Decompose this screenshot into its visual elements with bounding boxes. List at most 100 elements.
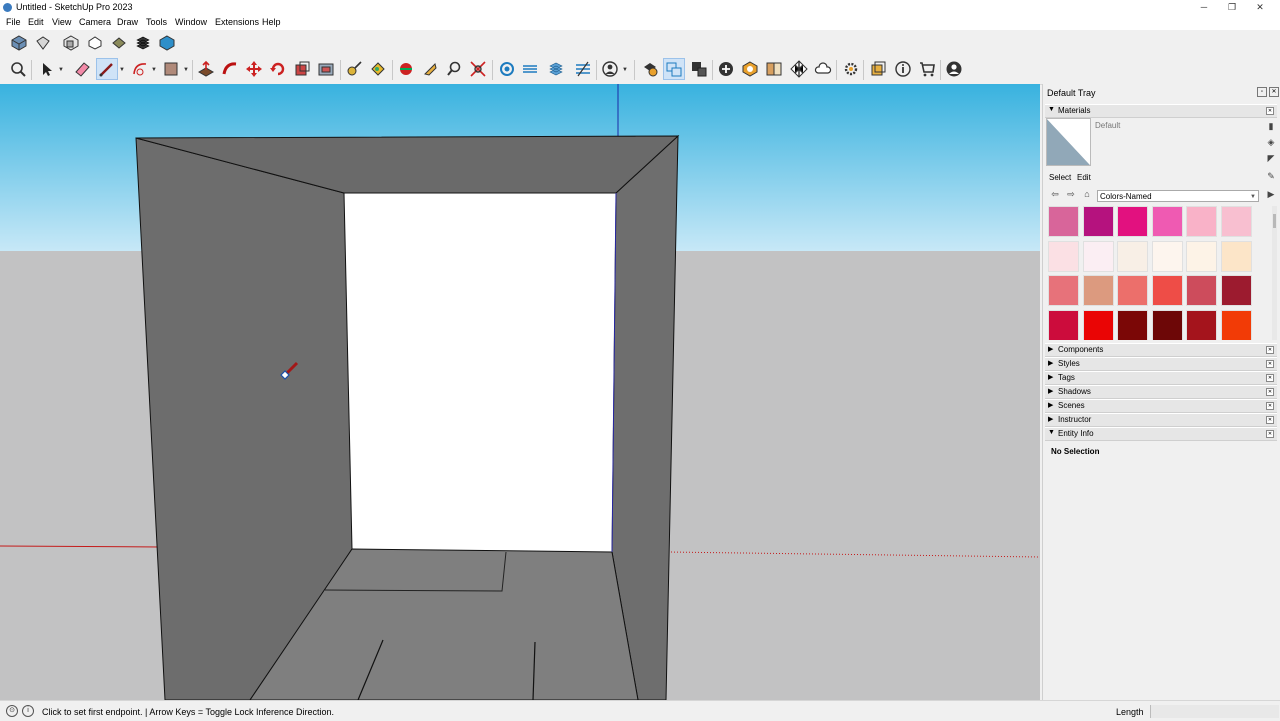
material-swatch[interactable] (1048, 309, 1079, 340)
warehouse-icon[interactable] (663, 58, 685, 80)
menu-draw[interactable]: Draw (117, 17, 138, 27)
material-swatch[interactable] (1082, 275, 1114, 306)
account-menu-icon[interactable] (600, 59, 620, 79)
geo-location-icon[interactable]: ⊙ (6, 705, 18, 717)
minimize-button[interactable]: ─ (1196, 1, 1212, 13)
top-view-icon[interactable] (33, 33, 53, 53)
scrollbar-thumb[interactable] (1273, 214, 1276, 228)
scene-drawing[interactable] (0, 84, 1040, 700)
rotate-icon[interactable] (268, 59, 288, 79)
menu-camera[interactable]: Camera (79, 17, 111, 27)
material-swatch[interactable] (1117, 309, 1148, 340)
front-view-icon[interactable] (61, 33, 81, 53)
iso-view-icon[interactable] (9, 33, 29, 53)
material-library-select[interactable]: Colors-Named ▼ (1097, 190, 1259, 202)
material-swatch[interactable] (1151, 275, 1183, 306)
store-icon[interactable] (917, 59, 937, 79)
measurement-input[interactable] (1150, 705, 1279, 718)
forward-arrow-icon[interactable]: ⇨ (1065, 188, 1077, 200)
tab-select[interactable]: Select (1049, 173, 1071, 182)
bottom-view-icon[interactable] (157, 33, 177, 53)
panel-header-scenes[interactable]: ▶ Scenes ✕ (1045, 399, 1277, 413)
close-icon[interactable]: ✕ (1269, 87, 1279, 97)
menu-file[interactable]: File (6, 17, 21, 27)
panel-close-icon[interactable]: ✕ (1266, 360, 1274, 368)
style-icon[interactable] (640, 59, 660, 79)
panel-header-entity-info[interactable]: ▼ Entity Info ✕ (1045, 427, 1277, 441)
instructor-icon[interactable] (893, 59, 913, 79)
material-swatch[interactable] (1186, 206, 1217, 237)
left-view-icon[interactable] (133, 33, 153, 53)
back-view-icon[interactable] (109, 33, 129, 53)
layout-icon[interactable] (764, 59, 784, 79)
material-swatch[interactable] (1117, 275, 1148, 306)
home-icon[interactable]: ⌂ (1081, 188, 1093, 200)
material-swatch[interactable] (1048, 240, 1079, 272)
materials-icon[interactable] (789, 59, 809, 79)
materials-panel-header[interactable]: ▼ Materials ✕ (1045, 104, 1277, 118)
material-swatch[interactable] (1151, 240, 1183, 272)
3d-warehouse-icon[interactable] (740, 59, 760, 79)
material-swatch[interactable] (1082, 206, 1114, 237)
menu-extensions[interactable]: Extensions (215, 17, 259, 27)
panel-close-icon[interactable]: ✕ (1266, 346, 1274, 354)
zoom-window-icon[interactable] (444, 59, 464, 79)
follow-me-icon[interactable] (220, 59, 240, 79)
select-dropdown-icon[interactable]: ▼ (58, 67, 64, 73)
panel-close-icon[interactable]: ✕ (1266, 430, 1274, 438)
panel-header-shadows[interactable]: ▶ Shadows ✕ (1045, 385, 1277, 399)
select-icon[interactable] (36, 59, 56, 79)
panel-close-icon[interactable]: ✕ (1266, 402, 1274, 410)
section-cut-icon[interactable] (520, 59, 540, 79)
shape-dropdown-icon[interactable]: ▼ (183, 67, 189, 73)
menu-help[interactable]: Help (262, 17, 281, 27)
line-icon[interactable] (96, 58, 118, 80)
eyedropper-icon[interactable]: ✎ (1265, 170, 1277, 182)
menu-edit[interactable]: Edit (28, 17, 44, 27)
tape-measure-icon[interactable] (344, 59, 364, 79)
menu-tools[interactable]: Tools (146, 17, 167, 27)
panel-header-instructor[interactable]: ▶ Instructor ✕ (1045, 413, 1277, 427)
material-swatch[interactable] (1117, 206, 1148, 237)
material-swatch[interactable] (1186, 240, 1217, 272)
material-swatch[interactable] (1117, 240, 1148, 272)
preferences-icon[interactable] (841, 59, 861, 79)
maximize-button[interactable]: ❐ (1224, 1, 1240, 13)
material-stack-icon[interactable]: ◈ (1265, 136, 1277, 148)
zoom-icon[interactable] (8, 59, 28, 79)
material-swatch[interactable] (1186, 275, 1217, 306)
material-swatch[interactable] (1048, 206, 1079, 237)
material-swatch[interactable] (1082, 309, 1114, 340)
close-button[interactable]: ✕ (1252, 1, 1268, 13)
panel-close-icon[interactable]: ✕ (1266, 374, 1274, 382)
scale-icon[interactable] (292, 59, 312, 79)
info-icon[interactable]: i (22, 705, 34, 717)
push-pull-icon[interactable] (196, 59, 216, 79)
material-swatch[interactable] (1082, 240, 1114, 272)
create-material-icon[interactable]: ▮ (1265, 120, 1277, 132)
panel-close-icon[interactable]: ✕ (1266, 388, 1274, 396)
account-icon[interactable] (944, 59, 964, 79)
menu-view[interactable]: View (52, 17, 71, 27)
move-icon[interactable] (244, 59, 264, 79)
panel-header-components[interactable]: ▶ Components ✕ (1045, 343, 1277, 357)
line-dropdown-icon[interactable]: ▼ (119, 67, 125, 73)
details-arrow-icon[interactable]: ▶ (1265, 188, 1277, 200)
paint-bucket-icon[interactable] (368, 59, 388, 79)
panel-close-icon[interactable]: ✕ (1266, 107, 1274, 115)
material-swatch[interactable] (1151, 206, 1183, 237)
panel-header-styles[interactable]: ▶ Styles ✕ (1045, 357, 1277, 371)
outliner-icon[interactable] (868, 59, 888, 79)
pin-icon[interactable]: ▫ (1257, 87, 1267, 97)
shape-icon[interactable] (161, 59, 181, 79)
tab-edit[interactable]: Edit (1077, 173, 1091, 182)
account-dropdown-icon[interactable]: ▼ (622, 67, 628, 73)
trimble-connect-icon[interactable] (813, 59, 833, 79)
menu-window[interactable]: Window (175, 17, 207, 27)
material-swatch[interactable] (1220, 206, 1252, 237)
material-swatch[interactable] (1220, 309, 1252, 340)
extension-warehouse-icon[interactable] (689, 59, 709, 79)
orbit-icon[interactable] (396, 59, 416, 79)
material-swatch[interactable] (1186, 309, 1217, 340)
walk-icon[interactable] (420, 59, 440, 79)
